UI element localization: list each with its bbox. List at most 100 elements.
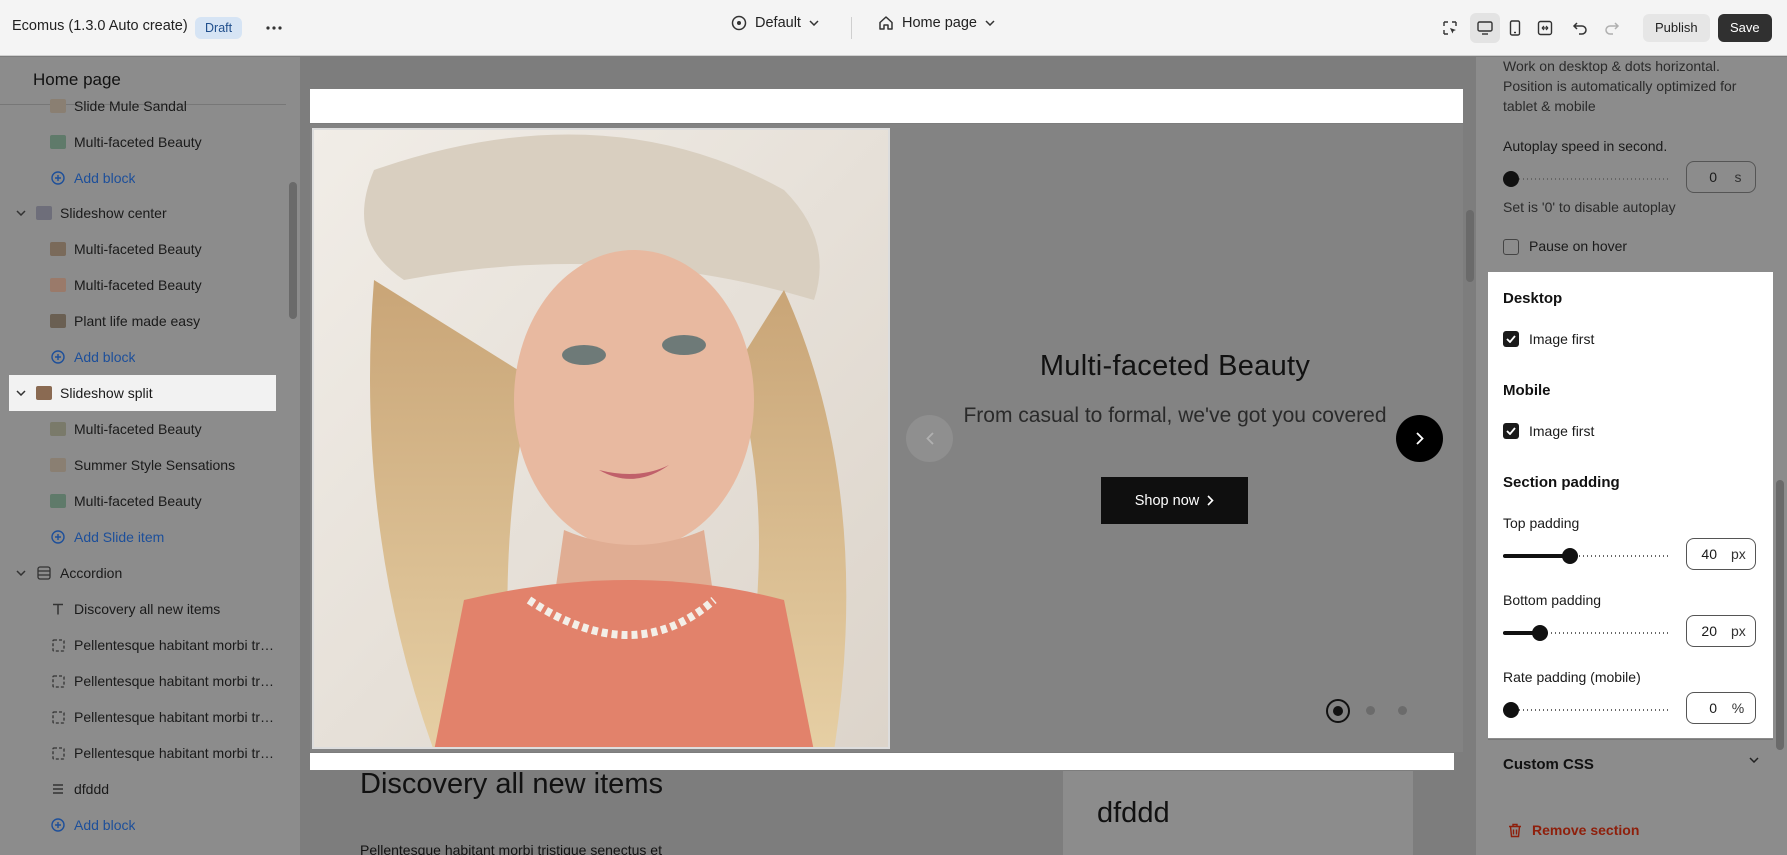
top-bar: Ecomus (1.3.0 Auto create) Draft Default… — [0, 0, 1787, 56]
slide-next-button[interactable] — [1396, 415, 1443, 462]
frame-icon — [50, 638, 66, 652]
plus-circle-icon — [50, 171, 66, 185]
redo-icon[interactable] — [1597, 13, 1627, 43]
inspector-select-icon[interactable] — [1435, 13, 1465, 43]
rate-padding-value: 0 — [1709, 700, 1717, 716]
desktop-view-icon[interactable] — [1470, 13, 1500, 43]
save-button[interactable]: Save — [1718, 14, 1772, 42]
accordion-icon — [36, 566, 52, 580]
pause-on-hover-label: Pause on hover — [1529, 238, 1628, 254]
frame-icon — [50, 674, 66, 688]
tree-item-label: Pellentesque habitant morbi tristique — [74, 745, 276, 761]
full-width-icon[interactable] — [1530, 13, 1560, 43]
plus-circle-icon — [50, 350, 66, 364]
tree-item-label: Add Slide item — [74, 529, 165, 545]
navigation-note: Work on desktop & dots horizontal. Posit… — [1503, 58, 1737, 114]
undo-icon[interactable] — [1565, 13, 1595, 43]
chevron-down-icon[interactable] — [14, 570, 28, 576]
add-block-button[interactable]: Add block — [50, 160, 276, 196]
chevron-right-icon — [1415, 432, 1424, 445]
more-options-icon[interactable] — [259, 13, 289, 43]
hero-subtitle: From casual to formal, we've got you cov… — [963, 404, 1387, 427]
slider-handle[interactable] — [1531, 625, 1548, 641]
pause-on-hover-checkbox[interactable] — [1503, 239, 1519, 255]
chevron-left-icon — [925, 432, 934, 445]
block-item[interactable]: Slide Mule Sandal — [50, 88, 276, 124]
block-item[interactable]: Multi-faceted Beauty — [50, 411, 276, 447]
bottom-padding-input[interactable]: 20 px — [1686, 615, 1756, 647]
block-item[interactable]: Discovery all new items — [50, 591, 276, 627]
block-item[interactable]: Multi-faceted Beauty — [50, 124, 276, 160]
top-padding-label: Top padding — [1503, 515, 1580, 531]
slider-handle[interactable] — [1503, 702, 1519, 718]
theme-dropdown[interactable]: Default — [731, 15, 819, 31]
page-dropdown[interactable]: Home page — [878, 15, 995, 31]
add-block-button[interactable]: Add Slide item — [50, 519, 276, 555]
chevron-right-icon — [1207, 495, 1214, 506]
block-item[interactable]: Pellentesque habitant morbi tristique — [50, 699, 276, 735]
slide-prev-button[interactable] — [906, 415, 953, 462]
autoplay-input[interactable]: 0 s — [1686, 161, 1756, 193]
discovery-title: Discovery all new items — [360, 768, 663, 800]
mobile-view-icon[interactable] — [1500, 13, 1530, 43]
tree-item-label: dfddd — [74, 781, 110, 797]
rate-padding-slider[interactable] — [1503, 702, 1670, 718]
block-item[interactable]: Summer Style Sensations — [50, 447, 276, 483]
tree-item-label: Multi-faceted Beauty — [74, 134, 202, 150]
add-block-button[interactable]: Add block — [50, 807, 276, 843]
chevron-down-icon[interactable] — [14, 390, 28, 396]
autoplay-unit: s — [1734, 169, 1742, 185]
top-padding-slider[interactable] — [1503, 548, 1670, 564]
check-icon — [1506, 335, 1516, 343]
custom-css-toggle[interactable]: Custom CSS — [1488, 739, 1773, 789]
block-item[interactable]: Pellentesque habitant morbi tristique — [50, 735, 276, 771]
block-item[interactable]: Multi-faceted Beauty — [50, 483, 276, 519]
publish-button[interactable]: Publish — [1643, 14, 1710, 42]
canvas-scrollbar[interactable] — [1466, 210, 1474, 282]
autoplay-slider[interactable] — [1503, 171, 1670, 187]
slide-dot-2[interactable] — [1366, 706, 1375, 715]
tree-item-label: Multi-faceted Beauty — [74, 421, 202, 437]
frame-icon — [50, 710, 66, 724]
block-item[interactable]: Pellentesque habitant morbi tristique — [50, 627, 276, 663]
slider-handle[interactable] — [1503, 171, 1519, 187]
chevron-down-icon — [985, 20, 995, 26]
section-item[interactable]: Slideshow center — [14, 195, 276, 231]
slide-dot-3[interactable] — [1398, 706, 1407, 715]
block-item[interactable]: Pellentesque habitant morbi tristique — [50, 663, 276, 699]
add-block-button[interactable]: Add block — [50, 339, 276, 375]
chevron-down-icon — [1749, 757, 1759, 763]
desktop-image-first-checkbox[interactable] — [1503, 331, 1519, 347]
app-title: Ecomus (1.3.0 Auto create) — [12, 18, 188, 34]
bottom-padding-slider[interactable] — [1503, 625, 1670, 641]
section-item[interactable]: Accordion — [14, 555, 276, 591]
plus-circle-icon — [50, 818, 66, 832]
frame-icon — [50, 746, 66, 760]
tree-item-label: Add block — [74, 349, 136, 365]
block-item[interactable]: dfddd — [50, 771, 276, 807]
block-item[interactable]: Multi-faceted Beauty — [50, 267, 276, 303]
rate-padding-input[interactable]: 0 % — [1686, 692, 1756, 724]
block-item[interactable]: Plant life made easy — [50, 303, 276, 339]
section-item[interactable]: Slideshow split — [9, 375, 276, 411]
block-item[interactable]: Multi-faceted Beauty — [50, 231, 276, 267]
check-icon — [1506, 427, 1516, 435]
tree-item-label: Pellentesque habitant morbi tristique — [74, 637, 276, 653]
page-dropdown-label: Home page — [902, 15, 977, 31]
shop-now-button[interactable]: Shop now — [1101, 477, 1248, 524]
sidebar-scrollbar[interactable] — [289, 182, 297, 319]
rate-padding-unit: % — [1731, 700, 1745, 716]
slider-handle[interactable] — [1561, 548, 1578, 564]
top-padding-input[interactable]: 40 px — [1686, 538, 1756, 570]
slide-dot-1[interactable] — [1326, 699, 1350, 723]
remove-section-button[interactable]: Remove section — [1508, 822, 1639, 838]
remove-section-label: Remove section — [1532, 822, 1640, 838]
rate-padding-label: Rate padding (mobile) — [1503, 669, 1641, 685]
chevron-down-icon[interactable] — [14, 210, 28, 216]
settings-scrollbar[interactable] — [1776, 480, 1784, 750]
text-icon — [50, 603, 66, 615]
mobile-image-first-checkbox[interactable] — [1503, 423, 1519, 439]
tree-item-label: Summer Style Sensations — [74, 457, 236, 473]
discovery-text: Pellentesque habitant morbi tristique se… — [360, 842, 662, 855]
section-spacer — [310, 89, 1463, 123]
